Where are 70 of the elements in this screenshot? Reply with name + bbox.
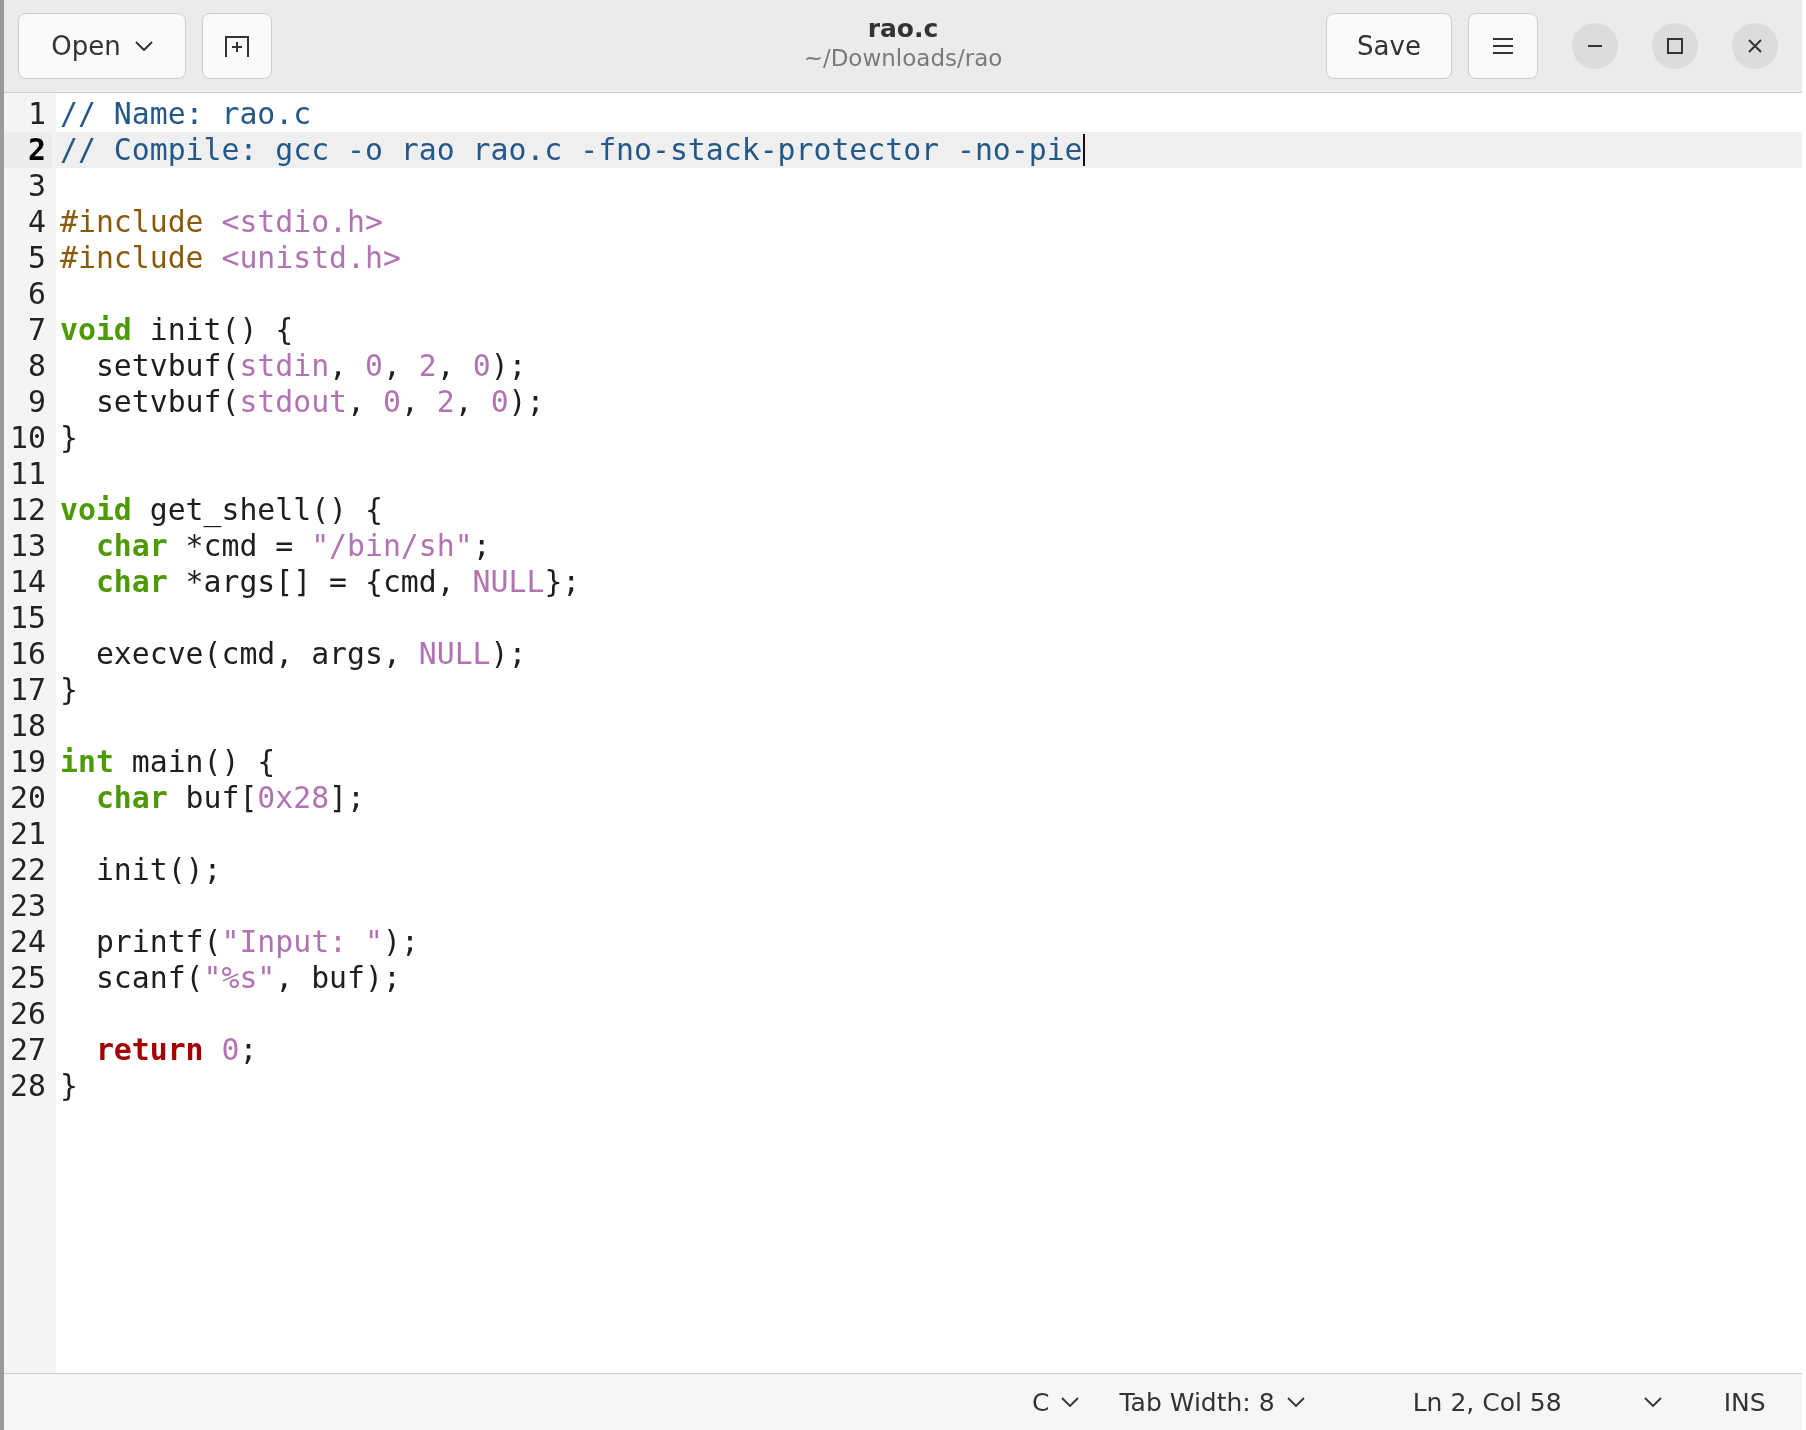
line-number: 24: [9, 924, 47, 960]
new-tab-icon: [224, 34, 250, 58]
code-line: setvbuf(stdout, 0, 2, 0);: [94, 384, 545, 420]
save-button[interactable]: Save: [1326, 13, 1452, 79]
file-path: ~/Downloads/rao: [803, 45, 1003, 71]
line-number: 1: [27, 96, 47, 132]
line-number: 28: [9, 1068, 47, 1104]
code-line: // Name: rao.c: [60, 96, 312, 132]
menu-icon: [1492, 37, 1514, 55]
line-number: 14: [9, 564, 47, 600]
code-line: int main() {: [60, 744, 276, 780]
close-icon: [1747, 38, 1763, 54]
line-number: 22: [9, 852, 47, 888]
code-line: void get_shell() {: [60, 492, 383, 528]
code-line: setvbuf(stdin, 0, 2, 0);: [94, 348, 527, 384]
code-line: }: [60, 420, 78, 456]
line-number: 16: [9, 636, 47, 672]
close-button[interactable]: [1732, 23, 1778, 69]
cursor-position-dropdown[interactable]: Ln 2, Col 58: [1410, 1383, 1664, 1421]
minimize-icon: [1587, 44, 1603, 48]
code-line: init();: [94, 852, 222, 888]
line-number: 20: [9, 780, 47, 816]
line-number: 19: [9, 744, 47, 780]
code-line: // Compile: gcc -o rao rao.c -fno-stack-protector -no-pie: [60, 132, 1083, 168]
code-line: }: [60, 672, 78, 708]
line-number: 8: [27, 348, 47, 384]
text-cursor: [1082, 134, 1085, 166]
code-line: #include <stdio.h>: [60, 204, 383, 240]
code-line: execve(cmd, args, NULL);: [94, 636, 527, 672]
code-line: #include <unistd.h>: [60, 240, 401, 276]
code-line: return 0;: [94, 1032, 258, 1068]
maximize-icon: [1667, 38, 1683, 54]
open-button[interactable]: Open: [18, 13, 186, 79]
line-number: 3: [27, 168, 47, 204]
maximize-button[interactable]: [1652, 23, 1698, 69]
code-line: }: [60, 1068, 78, 1104]
line-number: 18: [9, 708, 47, 744]
caret-icon: [1286, 1397, 1305, 1407]
line-number: 26: [9, 996, 47, 1032]
tab-width-dropdown[interactable]: Tab Width: 8: [1117, 1383, 1307, 1421]
line-number: 15: [9, 600, 47, 636]
caret-icon: [1061, 1397, 1080, 1407]
line-number: 13: [9, 528, 47, 564]
code-line: printf("Input: ");: [94, 924, 419, 960]
line-number: 9: [27, 384, 47, 420]
line-number: 11: [9, 456, 47, 492]
code-line: char *args[] = {cmd, NULL};: [94, 564, 581, 600]
caret-icon: [1643, 1397, 1662, 1407]
code-line: char buf[0x28];: [94, 780, 365, 816]
line-number: 10: [9, 420, 47, 456]
line-number: 23: [9, 888, 47, 924]
line-number: 17: [9, 672, 47, 708]
line-number: 5: [27, 240, 47, 276]
line-number: 25: [9, 960, 47, 996]
line-number: 6: [27, 276, 47, 312]
line-number: 21: [9, 816, 47, 852]
line-number: 7: [27, 312, 47, 348]
menu-button[interactable]: [1468, 13, 1538, 79]
insert-mode-indicator: INS: [1723, 1387, 1766, 1417]
code-line: void init() {: [60, 312, 294, 348]
line-number: 2: [4, 132, 52, 168]
new-tab-button[interactable]: [202, 13, 272, 79]
caret-icon: [134, 41, 153, 51]
line-number: 12: [9, 492, 47, 528]
code-line: char *cmd = "/bin/sh";: [94, 528, 491, 564]
line-number: 27: [9, 1032, 47, 1068]
line-number: 4: [27, 204, 47, 240]
language-dropdown[interactable]: C: [1030, 1383, 1082, 1421]
window-title: rao.c: [867, 14, 939, 43]
code-line: scanf("%s", buf);: [94, 960, 401, 996]
